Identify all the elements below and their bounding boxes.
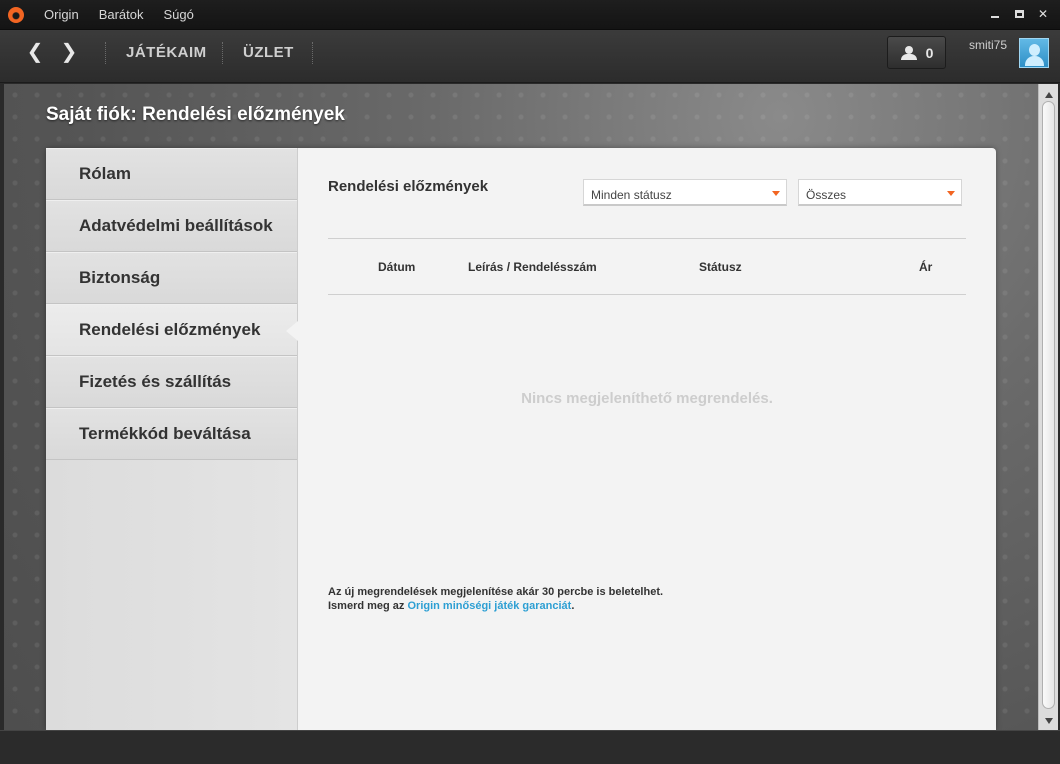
nav-my-games[interactable]: JÁTÉKAIM [126, 44, 207, 61]
sidebar-item-label: Adatvédelmi beállítások [79, 215, 273, 235]
origin-logo-icon[interactable] [8, 6, 24, 23]
empty-orders-message: Nincs megjeleníthető megrendelés. [521, 390, 773, 407]
sidebar-item-label: Fizetés és szállítás [79, 371, 232, 391]
sidebar-item-label: Termékkód beváltása [79, 423, 251, 443]
nav-divider [312, 42, 313, 64]
sidebar: Rólam Adatvédelmi beállítások Biztonság … [46, 148, 298, 730]
friends-icon [900, 45, 918, 60]
back-button[interactable]: ❮ [24, 42, 46, 64]
sidebar-item-label: Biztonság [79, 267, 161, 287]
friends-button[interactable]: 0 [887, 36, 946, 69]
nav-divider [105, 42, 106, 64]
scroll-down-icon[interactable] [1045, 718, 1053, 724]
page-title: Saját fiók: Rendelési előzmények [46, 104, 345, 125]
maximize-icon [1014, 10, 1024, 18]
close-icon: ✕ [1037, 7, 1049, 21]
minimize-button[interactable] [984, 5, 1006, 23]
note-prefix: Ismerd meg az [328, 600, 408, 612]
forward-button[interactable]: ❯ [58, 42, 80, 64]
column-header-status[interactable]: Státusz [699, 260, 742, 274]
sidebar-item-privacy[interactable]: Adatvédelmi beállítások [46, 200, 297, 252]
close-button[interactable]: ✕ [1032, 5, 1054, 23]
sidebar-item-redeem-code[interactable]: Termékkód beváltása [46, 408, 297, 460]
menu-origin[interactable]: Origin [44, 7, 79, 22]
sidebar-item-payment-shipping[interactable]: Fizetés és szállítás [46, 356, 297, 408]
title-bar: Origin Barátok Súgó ✕ [0, 0, 1060, 30]
time-filter-value: Összes [806, 188, 847, 202]
orders-note: Az új megrendelések megjelenítése akár 3… [328, 585, 663, 613]
sidebar-item-order-history[interactable]: Rendelési előzmények [46, 304, 298, 356]
status-filter-value: Minden státusz [591, 188, 672, 202]
scroll-up-icon[interactable] [1045, 92, 1053, 98]
bottom-bar [0, 730, 1060, 764]
vertical-scrollbar[interactable] [1038, 84, 1058, 730]
column-header-date[interactable]: Dátum [378, 260, 415, 274]
table-divider-top [328, 238, 966, 239]
status-filter-select[interactable]: Minden státusz [583, 179, 787, 206]
table-divider-bottom [328, 294, 966, 295]
guarantee-link[interactable]: Origin minőségi játék garanciát [407, 600, 571, 612]
maximize-button[interactable] [1008, 5, 1030, 23]
note-suffix: . [571, 600, 575, 612]
chevron-left-icon: ❮ [26, 41, 44, 63]
minimize-icon [991, 16, 999, 18]
column-header-description[interactable]: Leírás / Rendelésszám [468, 260, 597, 274]
nav-store[interactable]: ÜZLET [243, 44, 294, 61]
note-line-2: Ismerd meg az Origin minőségi játék gara… [328, 599, 663, 613]
nav-bar: ❮ ❯ JÁTÉKAIM ÜZLET 0 smiti75 [0, 30, 1060, 83]
column-header-price[interactable]: Ár [919, 260, 932, 274]
chevron-right-icon: ❯ [60, 41, 78, 63]
window-controls: ✕ [984, 5, 1054, 23]
note-line-1: Az új megrendelések megjelenítése akár 3… [328, 586, 664, 598]
time-filter-select[interactable]: Összes [798, 179, 962, 206]
order-history-section: Rendelési előzmények Minden státusz Össz… [328, 148, 968, 730]
sidebar-item-security[interactable]: Biztonság [46, 252, 297, 304]
nav-divider [222, 42, 223, 64]
account-panel: Rólam Adatvédelmi beállítások Biztonság … [46, 148, 996, 730]
menu-help[interactable]: Súgó [164, 7, 194, 22]
sidebar-item-label: Rendelési előzmények [79, 319, 261, 339]
sidebar-item-about-me[interactable]: Rólam [46, 148, 297, 200]
username[interactable]: smiti75 [969, 38, 1007, 52]
scroll-thumb[interactable] [1042, 101, 1055, 709]
sidebar-item-label: Rólam [79, 163, 131, 183]
friends-count: 0 [925, 44, 934, 61]
content-area: Saját fiók: Rendelési előzmények Rólam A… [4, 84, 1038, 730]
chevron-down-icon [947, 191, 955, 196]
avatar[interactable] [1019, 38, 1049, 68]
chevron-down-icon [772, 191, 780, 196]
menu-friends[interactable]: Barátok [99, 7, 144, 22]
section-title: Rendelési előzmények [328, 178, 489, 195]
